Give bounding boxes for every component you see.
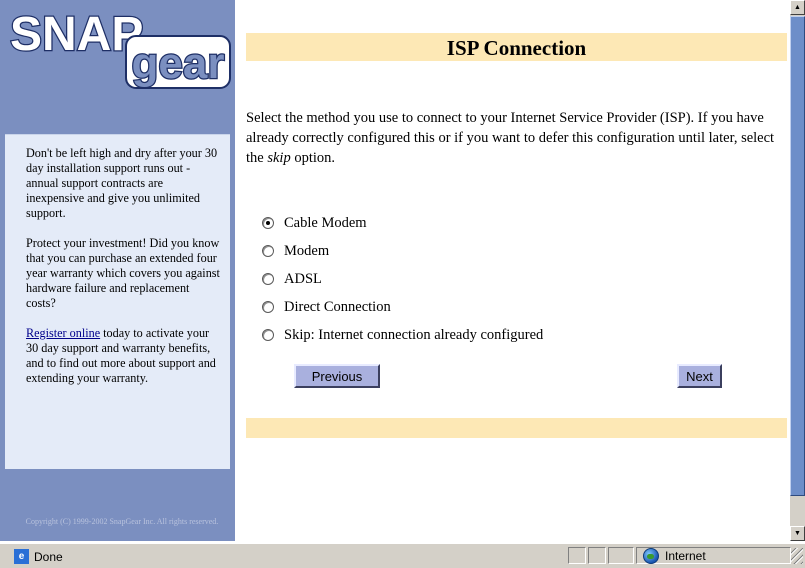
option-label: Cable Modem: [284, 214, 367, 231]
option-label: Direct Connection: [284, 298, 391, 315]
connection-options: Cable Modem Modem ADSL Direct Connection…: [262, 209, 543, 349]
sidebar-register-paragraph: Register online today to activate your 3…: [26, 326, 222, 386]
sidebar-warranty-paragraph: Protect your investment! Did you know th…: [26, 236, 220, 310]
security-zone: Internet: [636, 547, 791, 564]
register-online-link[interactable]: Register online: [26, 326, 100, 340]
previous-button[interactable]: Previous: [294, 364, 380, 388]
option-modem[interactable]: Modem: [262, 237, 543, 265]
option-skip[interactable]: Skip: Internet connection already config…: [262, 321, 543, 349]
status-text: Done: [34, 549, 63, 564]
radio-modem[interactable]: [262, 245, 274, 257]
radio-skip[interactable]: [262, 329, 274, 341]
browser-viewport: SNAP gear Don't be left high and dry aft…: [0, 0, 790, 541]
sidebar-support-paragraph: Don't be left high and dry after your 30…: [26, 146, 218, 220]
intro-skip-emphasis: skip: [267, 150, 291, 166]
snapgear-logo: SNAP gear: [9, 7, 231, 89]
status-cell: [588, 547, 606, 564]
svg-text:gear: gear: [132, 39, 225, 88]
sidebar-text: Don't be left high and dry after your 30…: [26, 146, 222, 401]
status-left: e Done: [14, 549, 63, 564]
sidebar: SNAP gear Don't be left high and dry aft…: [0, 0, 235, 541]
zone-label: Internet: [665, 548, 706, 563]
radio-cable-modem[interactable]: [262, 217, 274, 229]
option-adsl[interactable]: ADSL: [262, 265, 543, 293]
option-label: Modem: [284, 242, 330, 259]
next-button[interactable]: Next: [677, 364, 722, 388]
status-cell: [568, 547, 586, 564]
internet-globe-icon: [643, 547, 659, 564]
scroll-thumb[interactable]: [790, 16, 805, 496]
arrow-up-icon[interactable]: ▲: [790, 0, 805, 15]
arrow-down-icon[interactable]: ▼: [790, 526, 805, 541]
intro-text: Select the method you use to connect to …: [246, 108, 786, 168]
resize-grip-icon[interactable]: [791, 548, 803, 564]
svg-text:SNAP: SNAP: [10, 8, 143, 61]
footer-bar: [246, 418, 787, 438]
status-bar: e Done Internet: [0, 543, 805, 568]
option-cable-modem[interactable]: Cable Modem: [262, 209, 543, 237]
option-label: Skip: Internet connection already config…: [284, 326, 544, 343]
page-done-icon: e: [14, 549, 29, 564]
intro-text-end: option.: [290, 150, 336, 166]
radio-direct-connection[interactable]: [262, 301, 274, 313]
vertical-scrollbar[interactable]: ▲ ▼: [790, 0, 805, 541]
option-direct-connection[interactable]: Direct Connection: [262, 293, 543, 321]
page-title: ISP Connection: [446, 36, 587, 60]
copyright-notice: Copyright (C) 1999-2002 SnapGear Inc. Al…: [25, 517, 219, 526]
option-label: ADSL: [284, 270, 322, 287]
radio-adsl[interactable]: [262, 273, 274, 285]
status-cell: [608, 547, 634, 564]
title-bar: ISP Connection: [246, 33, 787, 61]
